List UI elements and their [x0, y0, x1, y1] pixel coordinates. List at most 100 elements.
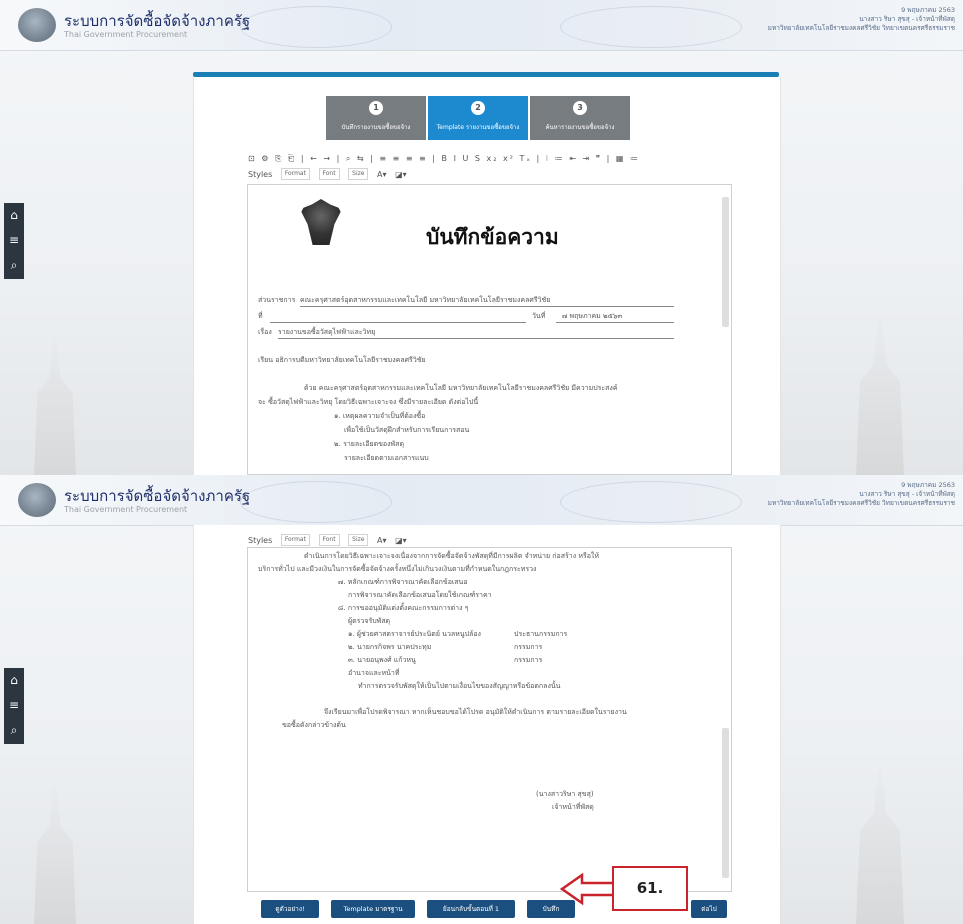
- to-line: เรียน อธิการบดีมหาวิทยาลัยเทคโนโลยีราชมง…: [258, 356, 426, 364]
- item-2: ๒. รายละเอียดของพัสดุ: [334, 440, 404, 448]
- signature-title: เจ้าหน้าที่พัสดุ: [552, 803, 594, 811]
- subject-label: เรื่อง: [258, 328, 272, 336]
- step-label: บันทึกรายงานขอซื้อขอจ้าง: [341, 124, 411, 131]
- item-1: ๑. เหตุผลความจำเป็นที่ต้องซื้อ: [334, 412, 426, 420]
- user-agency: มหาวิทยาลัยเทคโนโลยีราชมงคลศรีวิชัย วิทย…: [767, 24, 955, 32]
- logo-icon[interactable]: [18, 483, 56, 517]
- site-header: ระบบการจัดซื้อจัดจ้างภาครัฐ Thai Governm…: [0, 0, 963, 51]
- accent-bar: [193, 72, 779, 77]
- agency-label: ส่วนราชการ: [258, 296, 296, 304]
- format-select[interactable]: Format: [280, 534, 310, 546]
- committee-role: กรรมการ: [514, 656, 543, 664]
- signature-name: (นางสาวริษา สุขสุ): [536, 790, 594, 798]
- logo-icon[interactable]: [18, 8, 56, 42]
- home-icon[interactable]: ⌂: [4, 668, 24, 693]
- annotation-arrow: [560, 872, 620, 906]
- size-select[interactable]: Size: [348, 534, 369, 546]
- subject-value: รายงานขอซื้อวัสดุไฟฟ้าและวิทยุ: [278, 328, 376, 336]
- editor-scrollbar[interactable]: [722, 197, 729, 327]
- toolbar-buttons[interactable]: ⊡ ⚙ ⎘ ⎗ | ← → | ⌕ ⇆ | ≡ ≡ ≡ ≡ | B I U S …: [248, 154, 718, 164]
- font-select[interactable]: Font: [318, 168, 340, 180]
- current-date: 9 พฤษภาคม 2563: [901, 6, 955, 14]
- memo-line: ผู้ตรวจรับพัสดุ: [348, 617, 391, 625]
- styles-label: Styles: [248, 535, 273, 545]
- template-button[interactable]: Template มาตรฐาน: [331, 900, 415, 918]
- memo-line: ขอซื้อดังกล่าวข้างต้น: [282, 721, 346, 729]
- paragraph-1a: ด้วย คณะครุศาสตร์อุตสาหกรรมและเทคโนโลยี …: [304, 384, 618, 392]
- user-info: 9 พฤษภาคม 2563 นางสาว ริษา สุขสุ - เจ้าห…: [768, 481, 955, 508]
- menu-icon[interactable]: ≡: [4, 228, 24, 253]
- menu-icon[interactable]: ≡: [4, 693, 24, 718]
- editor-area[interactable]: บันทึกข้อความ ส่วนราชการ คณะครุศาสตร์อุต…: [247, 184, 732, 475]
- step-1-tab[interactable]: 1 บันทึกรายงานขอซื้อขอจ้าง: [326, 96, 426, 140]
- user-name: นางสาว ริษา สุขสุ - เจ้าหน้าที่พัสดุ: [859, 15, 955, 23]
- bg-color-button[interactable]: ◪▾: [395, 536, 407, 545]
- user-info: 9 พฤษภาคม 2563 นางสาว ริษา สุขสุ - เจ้าห…: [768, 6, 955, 33]
- annotation-callout: 61.: [612, 866, 688, 911]
- paragraph-1b: จะ ซื้อวัสดุไฟฟ้าและวิทยุ โดยวิธีเฉพาะเจ…: [258, 398, 479, 406]
- text-color-button[interactable]: A▾: [377, 170, 387, 179]
- underline: [300, 306, 674, 307]
- editor-area[interactable]: ดำเนินการโดยวิธีเฉพาะเจาะจงเนื่องจากการจ…: [247, 547, 732, 892]
- memo-line: บริการทั่วไป และมีวงเงินในการจัดซื้อจัดจ…: [258, 565, 537, 573]
- format-select[interactable]: Format: [280, 168, 310, 180]
- underline: [270, 322, 526, 323]
- screenshot-panel-bottom: ระบบการจัดซื้อจัดจ้างภาครัฐ Thai Governm…: [0, 475, 963, 924]
- side-nav: ⌂ ≡ ⌕: [4, 668, 24, 744]
- step-label: ค้นหารายงานขอซื้อขอจ้าง: [545, 124, 615, 131]
- step-number: 1: [369, 101, 383, 115]
- editor-scrollbar[interactable]: [722, 728, 729, 878]
- preview-button[interactable]: ดูตัวอย่าง!: [261, 900, 319, 918]
- user-agency: มหาวิทยาลัยเทคโนโลยีราชมงคลศรีวิชัย วิทย…: [767, 499, 955, 507]
- wizard-steps: 1 บันทึกรายงานขอซื้อขอจ้าง 2 Template รา…: [326, 96, 630, 140]
- item-2-detail: รายละเอียดตามเอกสารแนบ: [344, 454, 429, 462]
- font-select[interactable]: Font: [318, 534, 340, 546]
- next-button[interactable]: ต่อไป: [691, 900, 727, 918]
- date-value: ๗ พฤษภาคม ๒๕๖๓: [562, 312, 623, 320]
- committee-role: ประธานกรรมการ: [514, 630, 568, 638]
- side-nav: ⌂ ≡ ⌕: [4, 203, 24, 279]
- site-subtitle: Thai Government Procurement: [64, 505, 188, 514]
- header-decoration: [560, 481, 742, 523]
- step-2-tab[interactable]: 2 Template รายงานขอซื้อขอจ้าง: [428, 96, 528, 140]
- memo-title: บันทึกข้อความ: [426, 224, 559, 249]
- current-date: 9 พฤษภาคม 2563: [901, 481, 955, 489]
- committee-name: ๓. นายอนุพงศ์ แก้วหนู: [348, 656, 416, 664]
- memo-line: ดำเนินการโดยวิธีเฉพาะเจาะจงเนื่องจากการจ…: [304, 552, 599, 560]
- garuda-emblem: [300, 199, 342, 245]
- user-name: นางสาว ริษา สุขสุ - เจ้าหน้าที่พัสดุ: [859, 490, 955, 498]
- size-select[interactable]: Size: [348, 168, 369, 180]
- memo-line: ๗. หลักเกณฑ์การพิจารณาคัดเลือกข้อเสนอ: [338, 578, 468, 586]
- underline: [556, 322, 674, 323]
- item-1-detail: เพื่อใช้เป็นวัสดุฝึกสำหรับการเรียนการสอน: [344, 426, 470, 434]
- committee-role: กรรมการ: [514, 643, 543, 651]
- back-step-button[interactable]: ย้อนกลับขั้นตอนที่ 1: [427, 900, 515, 918]
- styles-label: Styles: [248, 169, 273, 179]
- editor-toolbar: ⊡ ⚙ ⎘ ⎗ | ← → | ⌕ ⇆ | ≡ ≡ ≡ ≡ | B I U S …: [248, 154, 718, 180]
- no-label: ที่: [258, 312, 263, 320]
- header-decoration: [560, 6, 742, 48]
- text-color-button[interactable]: A▾: [377, 536, 387, 545]
- committee-name: ๑. ผู้ช่วยศาสตราจารย์ประนิตย์ นวลหนูปล้อ…: [348, 630, 481, 638]
- screenshot-panel-top: ระบบการจัดซื้อจัดจ้างภาครัฐ Thai Governm…: [0, 0, 963, 475]
- search-icon[interactable]: ⌕: [4, 718, 24, 743]
- memo-line: อำนาจและหน้าที่: [348, 669, 400, 677]
- memo-line: การพิจารณาคัดเลือกข้อเสนอโดยใช้เกณฑ์ราคา: [348, 591, 492, 599]
- header-decoration: [240, 6, 392, 48]
- date-label: วันที่: [532, 312, 546, 320]
- home-icon[interactable]: ⌂: [4, 203, 24, 228]
- editor-toolbar: Styles Format Font Size A▾ ◪▾: [248, 534, 718, 546]
- search-icon[interactable]: ⌕: [4, 253, 24, 278]
- agency-value: คณะครุศาสตร์อุตสาหกรรมและเทคโนโลยี มหาวิ…: [300, 296, 551, 304]
- committee-name: ๒. นายกรกิจพร นาคประทุม: [348, 643, 432, 651]
- step-label: Template รายงานขอซื้อขอจ้าง: [436, 124, 520, 131]
- memo-line: ทำการตรวจรับพัสดุให้เป็นไปตามเงื่อนไขของ…: [358, 682, 561, 690]
- memo-line: จึงเรียนมาเพื่อโปรดพิจารณา หากเห็นชอบขอไ…: [324, 708, 627, 716]
- step-number: 3: [573, 101, 587, 115]
- memo-line: ๘. การขออนุมัติแต่งตั้งคณะกรรมการต่าง ๆ: [338, 604, 469, 612]
- step-number: 2: [471, 101, 485, 115]
- bg-color-button[interactable]: ◪▾: [395, 170, 407, 179]
- site-header: ระบบการจัดซื้อจัดจ้างภาครัฐ Thai Governm…: [0, 475, 963, 526]
- arrow-shape: [560, 872, 620, 906]
- step-3-tab[interactable]: 3 ค้นหารายงานขอซื้อขอจ้าง: [530, 96, 630, 140]
